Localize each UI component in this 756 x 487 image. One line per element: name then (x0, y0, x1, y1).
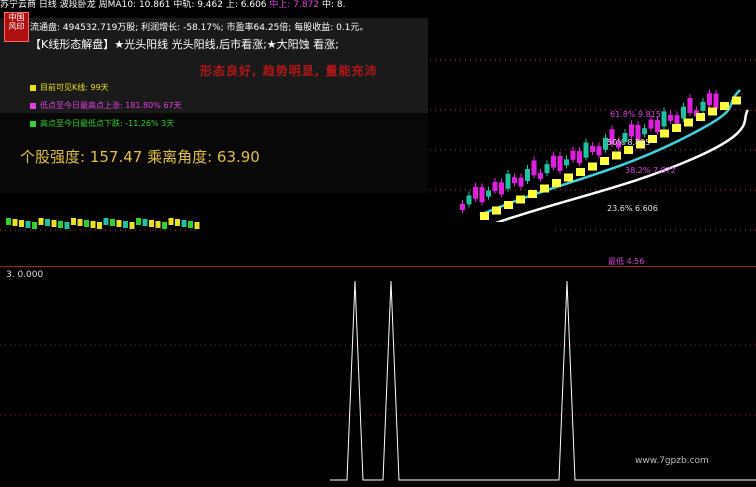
candle (129, 222, 135, 229)
candle (188, 221, 193, 228)
band-block (492, 206, 501, 215)
candle (97, 222, 102, 229)
fib-label-38: 38.2% 7.872 (625, 166, 676, 175)
band-block (624, 146, 633, 154)
fib-label-23: 23.6% 6.606 (607, 204, 658, 213)
candle (194, 222, 200, 229)
fib-label-50: 50% 8.895 (607, 138, 651, 147)
candle (90, 221, 96, 228)
logo-line-1: 中国 (8, 13, 25, 22)
band-block (708, 107, 717, 116)
chart-title-bar: 苏宁云商 日线 波段卧龙 周MA10: 10.861 中轨: 9.462 上: … (0, 0, 756, 11)
candle (32, 222, 37, 229)
band-block (564, 173, 573, 182)
stat-square-icon (30, 120, 36, 127)
candle (58, 221, 63, 228)
band-block (672, 124, 681, 132)
fib-label-61: 61.8% 9.815 (610, 110, 661, 119)
sub-indicator-chart (0, 280, 756, 481)
band-block (576, 168, 585, 176)
band-block (480, 212, 489, 220)
band-block (600, 157, 609, 165)
logo-line-2: 风印 (8, 22, 25, 31)
band-block (732, 96, 741, 105)
candle (149, 220, 154, 227)
candle (123, 221, 128, 228)
band-block (720, 102, 729, 110)
spike-line (330, 280, 756, 481)
candle (110, 219, 115, 226)
candle (181, 220, 187, 227)
band-block (684, 118, 693, 127)
band-block (504, 201, 513, 209)
financials-text: 流通盘: 494532.719万股; 利润增长: -58.17%; 市盈率64.… (30, 23, 369, 33)
band-block (528, 190, 537, 198)
watermark: www.7gpzb.com (635, 456, 709, 466)
candle (116, 220, 122, 227)
candle (155, 221, 161, 228)
trend-slogan: 形态良好, 趋势明显, 量能充沛 (200, 64, 378, 78)
candle (84, 220, 89, 227)
mid-short-label: 中: 8. (321, 0, 346, 10)
ma-label: 周MA10: 10.861 (98, 0, 171, 10)
candle (103, 218, 109, 225)
candle (77, 219, 83, 226)
stat-label: 目前可见K线: 99天 (40, 83, 109, 92)
stat-square-icon (30, 102, 36, 109)
candle (64, 222, 70, 229)
candle (71, 218, 76, 225)
candle (25, 221, 31, 228)
candle (51, 220, 57, 227)
candle (136, 218, 141, 225)
candle (162, 222, 167, 229)
candle (142, 219, 148, 226)
indicator-name[interactable]: 波段卧龙 (60, 0, 96, 10)
band-block (552, 179, 561, 187)
candle (6, 218, 11, 225)
period-label[interactable]: 日线 (39, 0, 57, 10)
candle (38, 218, 44, 225)
candle (175, 219, 180, 226)
chart-mask (200, 222, 554, 266)
mid-upper-label: 中上: 7.872 (269, 0, 320, 10)
stat-row-visible-bars: 目前可见K线: 99天 (30, 82, 109, 93)
stock-strength-readout: 个股强度: 157.47 乘离角度: 63.90 (20, 148, 260, 166)
candle (168, 218, 174, 225)
kline-analysis-text: 【K线形态解盘】★光头阳线 光头阳线,后市看涨;★大阳蚀 看涨; (30, 38, 339, 51)
band-block (516, 195, 525, 204)
logo-badge: 中国 风印 (4, 12, 29, 42)
stock-name[interactable]: 苏宁云商 (0, 0, 36, 10)
sub-indicator-value: 3. 0.000 (6, 270, 44, 280)
stat-row-fall: 高点至今日最低点下跌: -11.26% 3天 (30, 118, 174, 129)
band-block (660, 129, 669, 138)
stat-label: 低点至今日最高点上涨: 181.80% 67天 (40, 101, 182, 110)
candle (12, 219, 18, 226)
stat-row-rise: 低点至今日最高点上涨: 181.80% 67天 (30, 100, 182, 111)
mid-label: 中轨: 9.462 (173, 0, 223, 10)
band-block (612, 151, 621, 160)
stat-square-icon (30, 84, 36, 91)
band-block (540, 184, 549, 193)
upper-label: 上: 6.606 (225, 0, 267, 10)
band-block (588, 162, 597, 171)
stat-label: 高点至今日最低点下跌: -11.26% 3天 (40, 119, 175, 128)
band-block (696, 113, 705, 121)
candle (19, 220, 24, 227)
candle (45, 219, 50, 226)
